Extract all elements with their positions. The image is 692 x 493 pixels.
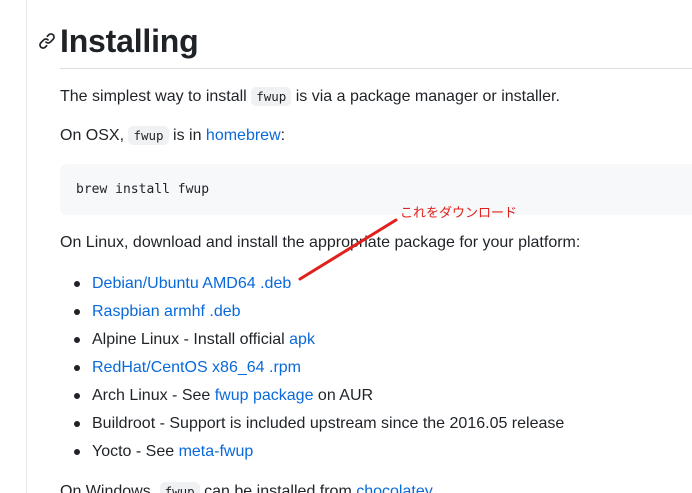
arch-text: Arch Linux - See (92, 387, 215, 404)
chocolatey-link[interactable]: chocolatey (356, 483, 433, 493)
list-item-raspbian: Raspbian armhf .deb (60, 298, 564, 326)
homebrew-link[interactable]: homebrew (206, 127, 281, 144)
debian-deb-link[interactable]: Debian/Ubuntu AMD64 .deb (92, 275, 291, 292)
bullet-icon (74, 449, 80, 455)
apk-link[interactable]: apk (289, 331, 315, 348)
osx-text-middle: is in (168, 127, 206, 144)
yocto-text: Yocto - See (92, 443, 179, 460)
osx-paragraph: On OSX, fwup is in homebrew: (60, 124, 285, 148)
alpine-text: Alpine Linux - Install official (92, 331, 290, 348)
osx-text-before: On OSX, (60, 127, 129, 144)
package-list: Debian/Ubuntu AMD64 .deb Raspbian armhf … (60, 270, 564, 466)
list-item-debian: Debian/Ubuntu AMD64 .deb (60, 270, 564, 298)
heading-divider (60, 68, 692, 69)
osx-text-after: : (280, 127, 286, 144)
page-title: Installing (60, 22, 199, 59)
bullet-icon (74, 365, 80, 371)
windows-text-before: On Windows, (60, 483, 160, 493)
windows-text-middle: can be installed from (199, 483, 357, 493)
bullet-icon (74, 309, 80, 315)
raspbian-deb-link[interactable]: Raspbian armhf .deb (92, 303, 241, 320)
section-heading: Installing (38, 18, 199, 64)
windows-paragraph: On Windows, fwup can be installed from c… (60, 480, 433, 493)
code-block: brew install fwup (60, 164, 692, 215)
intro-text-before: The simplest way to install (60, 88, 252, 105)
code-command: brew install fwup (76, 182, 210, 197)
intro-text-after: is via a package manager or installer. (291, 88, 560, 105)
bullet-icon (74, 421, 80, 427)
list-item-buildroot: Buildroot - Support is included upstream… (60, 410, 564, 438)
meta-fwup-link[interactable]: meta-fwup (179, 443, 254, 460)
windows-code: fwup (159, 482, 200, 493)
intro-code: fwup (251, 87, 292, 106)
readme-page: Installing The simplest way to install f… (0, 0, 692, 493)
annotation-label: これをダウンロード (400, 205, 518, 220)
anchor-link-icon[interactable] (38, 32, 56, 50)
bullet-icon (74, 281, 80, 287)
linux-paragraph: On Linux, download and install the appro… (60, 234, 581, 251)
intro-paragraph: The simplest way to install fwup is via … (60, 85, 560, 109)
bullet-icon (74, 337, 80, 343)
redhat-rpm-link[interactable]: RedHat/CentOS x86_64 .rpm (92, 359, 301, 376)
arch-text-after: on AUR (313, 387, 374, 404)
fwup-package-link[interactable]: fwup package (215, 387, 314, 404)
list-item-redhat: RedHat/CentOS x86_64 .rpm (60, 354, 564, 382)
bullet-icon (74, 393, 80, 399)
osx-code: fwup (128, 126, 169, 145)
buildroot-text: Buildroot - Support is included upstream… (92, 415, 565, 432)
list-item-alpine: Alpine Linux - Install official apk (60, 326, 564, 354)
list-item-arch: Arch Linux - See fwup package on AUR (60, 382, 564, 410)
list-item-yocto: Yocto - See meta-fwup (60, 438, 564, 466)
content-border (26, 0, 27, 493)
